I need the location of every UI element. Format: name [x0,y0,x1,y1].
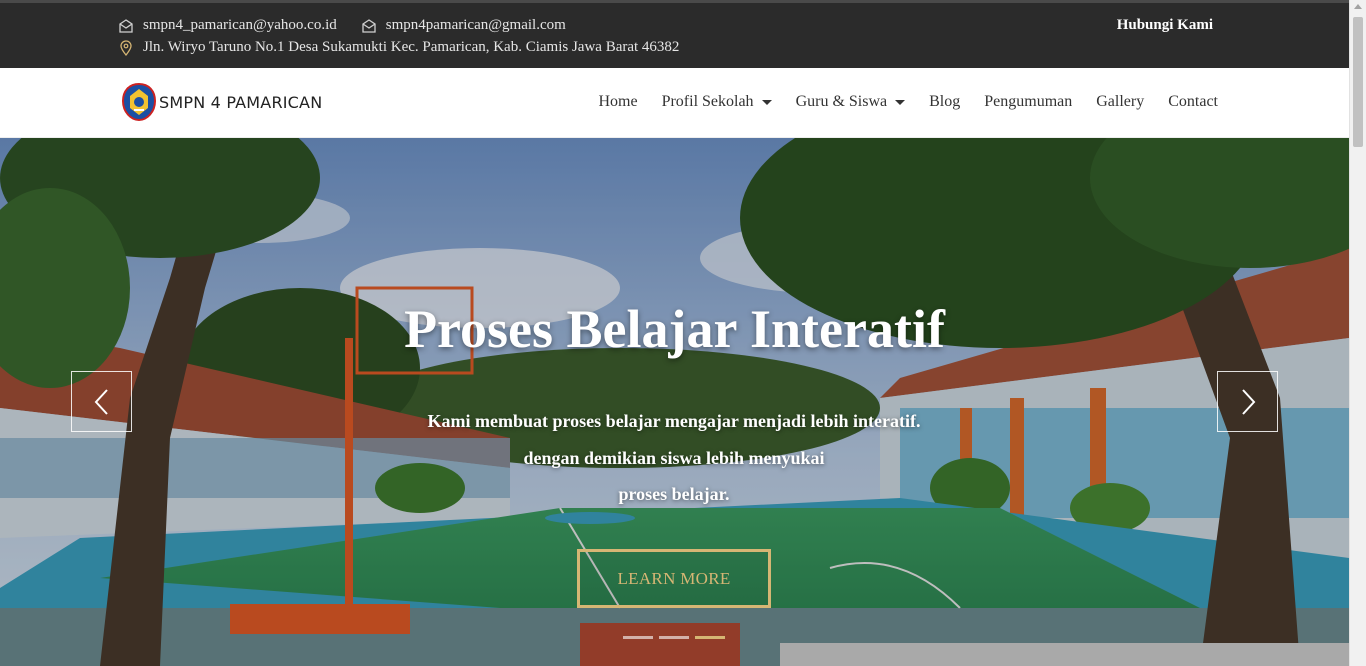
carousel-indicator-2[interactable] [659,636,689,639]
carousel-prev-button[interactable] [71,371,132,432]
top-info-bar: smpn4_pamarican@yahoo.co.id smpn4pamaric… [0,0,1349,68]
carousel-indicators [623,636,731,639]
nav-home[interactable]: Home [598,93,637,111]
envelope-icon [362,18,376,33]
hero-carousel: Proses Belajar Interatif Kami membuat pr… [0,138,1349,666]
chevron-left-icon [94,388,108,415]
address-row: Jln. Wiryo Taruno No.1 Desa Sukamukti Ke… [118,39,679,56]
contact-emails: smpn4_pamarican@yahoo.co.id smpn4pamaric… [118,17,590,34]
hero-description: Kami membuat proses belajar mengajar men… [374,403,974,513]
nav-menu: Home Profil Sekolah Guru & Siswa Blog Pe… [574,93,1218,111]
hubungi-kami-link[interactable]: Hubungi Kami [1117,17,1213,34]
nav-contact[interactable]: Contact [1168,93,1218,111]
nav-pengumuman-label: Pengumuman [984,93,1073,110]
nav-pengumuman[interactable]: Pengumuman [984,93,1072,111]
nav-contact-label: Contact [1168,93,1218,110]
carousel-indicator-1[interactable] [623,636,653,639]
nav-guru-label: Guru & Siswa [795,93,888,110]
school-logo-icon [121,82,157,122]
learn-more-button[interactable]: LEARN MORE [577,549,771,608]
email-item-gmail[interactable]: smpn4pamarican@gmail.com [361,17,566,34]
scrollbar-thumb[interactable] [1353,17,1363,147]
email-yahoo-text: smpn4_pamarican@yahoo.co.id [143,17,337,33]
hero-line-3: proses belajar. [618,484,730,504]
scroll-up-icon[interactable] [1354,4,1362,9]
carousel-indicator-3[interactable] [695,636,725,639]
nav-profil-sekolah[interactable]: Profil Sekolah [662,93,772,111]
envelope-icon [119,18,133,33]
caret-down-icon [761,99,772,105]
nav-blog-label: Blog [929,93,961,110]
nav-gallery-label: Gallery [1096,93,1145,110]
email-gmail-text: smpn4pamarican@gmail.com [385,17,566,33]
nav-guru-siswa[interactable]: Guru & Siswa [796,93,906,111]
hero-line-2: dengan demikian siswa lebih menyukai [523,447,825,468]
chevron-right-icon [1241,388,1255,415]
map-pin-icon [120,39,132,56]
brand-name: SMPN 4 PAMARICAN [159,92,323,112]
address-text: Jln. Wiryo Taruno No.1 Desa Sukamukti Ke… [143,39,680,55]
nav-blog[interactable]: Blog [929,93,960,111]
email-item-yahoo[interactable]: smpn4_pamarican@yahoo.co.id [118,17,337,34]
main-navbar: SMPN 4 PAMARICAN Home Profil Sekolah Gur… [0,68,1349,138]
brand-logo-link[interactable]: SMPN 4 PAMARICAN [121,82,322,122]
nav-home-label: Home [598,93,638,110]
nav-gallery[interactable]: Gallery [1096,93,1144,111]
carousel-next-button[interactable] [1217,371,1278,432]
hero-title: Proses Belajar Interatif [404,299,945,359]
page-scrollbar[interactable] [1349,0,1366,666]
hero-line-1: Kami membuat proses belajar mengajar men… [427,411,921,431]
nav-profil-label: Profil Sekolah [661,93,754,110]
caret-down-icon [895,99,906,105]
